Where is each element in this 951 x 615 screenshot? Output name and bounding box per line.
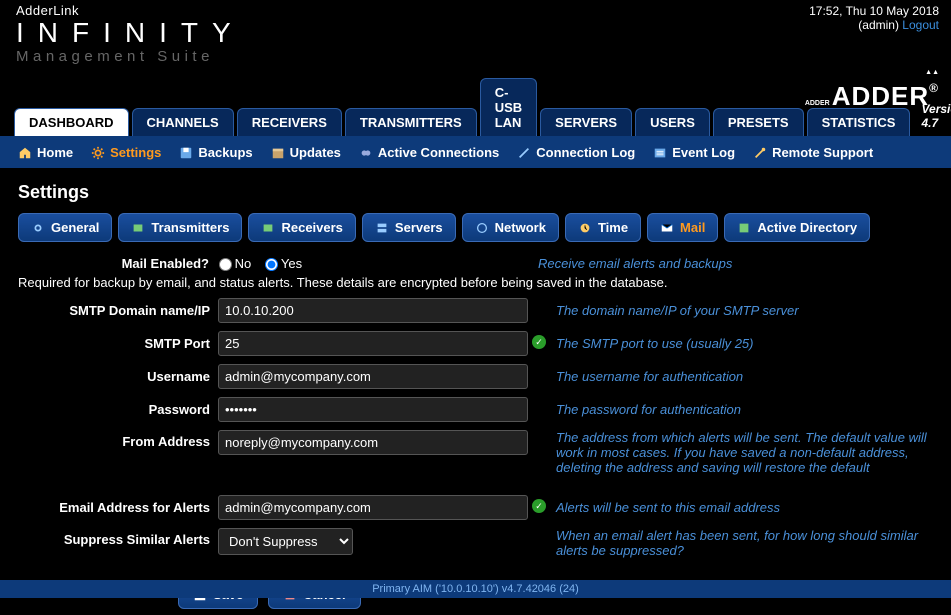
gear-icon [91,146,105,160]
directory-icon [737,221,751,235]
tab-channels[interactable]: CHANNELS [132,108,234,136]
settings-tab-active-directory[interactable]: Active Directory [724,213,870,242]
password-label: Password [18,402,218,417]
password-input[interactable] [218,397,528,422]
alerts-email-input[interactable] [218,495,528,520]
brand-top: AdderLink [16,4,245,18]
settings-tab-time[interactable]: Time [565,213,641,242]
header-right: 17:52, Thu 10 May 2018 (admin) Logout ▲▲… [805,4,939,76]
smtp-domain-label: SMTP Domain name/IP [18,303,218,318]
page-title: Settings [0,168,951,213]
smtp-domain-hint: The domain name/IP of your SMTP server [556,303,933,318]
tab-presets[interactable]: PRESETS [713,108,804,136]
clock-icon [578,221,592,235]
mail-icon [660,221,674,235]
radio-yes[interactable] [265,258,278,271]
disk-icon [179,146,193,160]
username-hint: The username for authentication [556,369,933,384]
settings-tab-servers[interactable]: Servers [362,213,456,242]
company-logo: ▲▲ADDERADDER® [805,50,939,112]
mail-enabled-no[interactable]: No [219,256,252,271]
tab-cusb-lan[interactable]: C-USB LAN [480,78,537,136]
password-hint: The password for authentication [556,402,933,417]
subnav-connection-log[interactable]: Connection Log [517,145,635,160]
datetime: 17:52, Thu 10 May 2018 [805,4,939,18]
server-icon [375,221,389,235]
logout-link[interactable]: Logout [902,18,939,32]
tab-receivers[interactable]: RECEIVERS [237,108,342,136]
smtp-port-label: SMTP Port [18,336,218,351]
tab-users[interactable]: USERS [635,108,710,136]
suppress-hint: When an email alert has been sent, for h… [556,528,933,558]
suppress-select[interactable]: Don't Suppress [218,528,353,555]
suppress-label: Suppress Similar Alerts [18,528,218,547]
check-icon: ✓ [532,499,546,513]
mail-form: Mail Enabled? No Yes Receive email alert… [0,250,951,615]
mail-enabled-yes[interactable]: Yes [265,256,302,271]
required-line: Required for backup by email, and status… [18,275,933,290]
settings-tab-receivers[interactable]: Receivers [248,213,355,242]
subnav-home[interactable]: Home [18,145,73,160]
magic-icon [753,146,767,160]
username-label: Username [18,369,218,384]
transmitter-icon [131,221,145,235]
mail-enabled-radio-group: No Yes [219,256,312,271]
smtp-port-input[interactable] [218,331,528,356]
wand-icon [517,146,531,160]
subnav-updates[interactable]: Updates [271,145,341,160]
from-label: From Address [18,430,218,449]
receiver-icon [261,221,275,235]
brand: AdderLink INFINITY Management Suite [16,4,245,76]
smtp-domain-input[interactable] [218,298,528,323]
settings-tab-mail[interactable]: Mail [647,213,718,242]
subnav-event-log[interactable]: Event Log [653,145,735,160]
sub-nav: Home Settings Backups Updates Active Con… [0,137,951,168]
settings-tabs: General Transmitters Receivers Servers N… [0,213,951,250]
tab-statistics[interactable]: STATISTICS [807,108,911,136]
tab-servers[interactable]: SERVERS [540,108,632,136]
home-icon [18,146,32,160]
brand-sub: Management Suite [16,49,245,66]
smtp-port-hint: The SMTP port to use (usually 25) [556,336,933,351]
link-icon [359,146,373,160]
header: AdderLink INFINITY Management Suite 17:5… [0,0,951,78]
list-icon [653,146,667,160]
network-icon [475,221,489,235]
subnav-backups[interactable]: Backups [179,145,252,160]
mail-enabled-label: Mail Enabled? [18,256,215,271]
gear-icon [31,221,45,235]
package-icon [271,146,285,160]
tab-transmitters[interactable]: TRANSMITTERS [345,108,477,136]
from-hint: The address from which alerts will be se… [556,430,933,475]
subnav-active-connections[interactable]: Active Connections [359,145,499,160]
settings-tab-network[interactable]: Network [462,213,559,242]
radio-no[interactable] [219,258,232,271]
alerts-email-hint: Alerts will be sent to this email addres… [556,500,933,515]
settings-tab-transmitters[interactable]: Transmitters [118,213,242,242]
user-line: (admin) Logout [805,18,939,32]
username-input[interactable] [218,364,528,389]
from-input[interactable] [218,430,528,455]
tab-dashboard[interactable]: DASHBOARD [14,108,129,136]
mail-enabled-hint: Receive email alerts and backups [538,256,933,271]
brand-main: INFINITY [16,18,245,49]
subnav-remote-support[interactable]: Remote Support [753,145,873,160]
current-user: admin [862,18,895,32]
subnav-settings[interactable]: Settings [91,145,161,160]
settings-tab-general[interactable]: General [18,213,112,242]
alerts-email-label: Email Address for Alerts [18,500,218,515]
check-icon: ✓ [532,335,546,349]
footer-status: Primary AIM ('10.0.10.10') v4.7.42046 (2… [0,580,951,598]
